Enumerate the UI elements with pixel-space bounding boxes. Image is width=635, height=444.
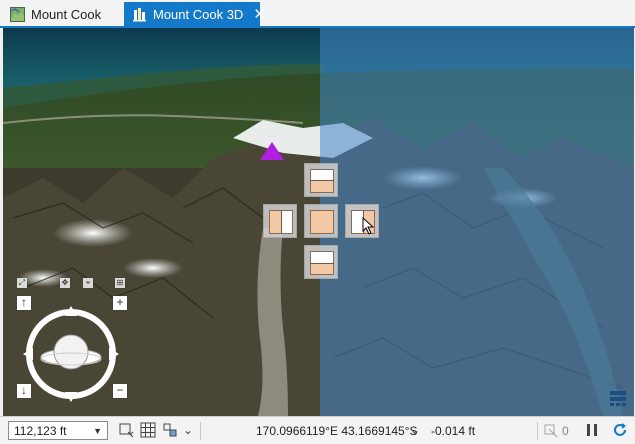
refresh-icon[interactable] bbox=[612, 422, 628, 438]
swipe-top-button[interactable] bbox=[304, 163, 338, 197]
close-tab-icon[interactable]: ✕ bbox=[253, 7, 266, 22]
cursor-pointer-icon bbox=[362, 217, 375, 235]
tab-label: Mount Cook 3D bbox=[153, 6, 244, 22]
view-tab-bar: Mount Cook Mount Cook 3D ✕ bbox=[0, 0, 635, 28]
scene-navigator: ⤢ ✥ ⌖ ⊞ ↑ + ↓ − bbox=[11, 274, 131, 406]
swipe-left-button[interactable] bbox=[263, 204, 297, 238]
constraints-icon[interactable] bbox=[162, 422, 178, 438]
map-icon bbox=[10, 6, 25, 22]
swipe-bottom-button[interactable] bbox=[304, 245, 338, 279]
pause-icon[interactable] bbox=[584, 422, 600, 438]
pan-icon[interactable]: ⊞ bbox=[115, 278, 125, 288]
pyramid-marker-icon[interactable] bbox=[259, 141, 285, 161]
chevron-down-icon: ▼ bbox=[93, 425, 102, 436]
swipe-center-button[interactable] bbox=[304, 204, 338, 238]
scale-value: 112,123 ft bbox=[14, 423, 67, 438]
tab-mount-cook[interactable]: Mount Cook bbox=[2, 2, 122, 26]
status-bar: 112,123 ft ▼ ⌄ 170.0966119°E 43.1669145°… bbox=[0, 416, 635, 444]
coordinates-readout: 170.0966119°E 43.1669145°S bbox=[256, 424, 418, 438]
grid-icon[interactable] bbox=[140, 422, 156, 438]
swipe-right-button[interactable] bbox=[345, 204, 379, 238]
tab-mount-cook-3d[interactable]: Mount Cook 3D ✕ bbox=[124, 2, 266, 26]
full-control-icon[interactable]: ⤢ bbox=[17, 278, 27, 288]
feature-count: 0 bbox=[562, 424, 569, 438]
swipe-direction-widget bbox=[261, 161, 381, 283]
elevation-readout: -0.014 ft bbox=[431, 424, 476, 438]
chevron-down-icon[interactable]: ⌄ bbox=[183, 423, 193, 437]
heading-icon[interactable]: ⌖ bbox=[83, 278, 93, 288]
chevron-down-icon[interactable]: ⌄ bbox=[410, 423, 420, 437]
scene-view[interactable]: ⤢ ✥ ⌖ ⊞ ↑ + ↓ − bbox=[3, 28, 634, 416]
selected-features-icon[interactable] bbox=[543, 422, 559, 438]
scene-icon bbox=[133, 7, 146, 21]
layers-toggle-icon[interactable] bbox=[608, 388, 628, 408]
move-icon[interactable]: ✥ bbox=[60, 278, 70, 288]
snapping-icon[interactable] bbox=[118, 422, 134, 438]
navigation-ring-icon[interactable] bbox=[21, 304, 121, 404]
scale-dropdown[interactable]: 112,123 ft ▼ bbox=[8, 421, 108, 440]
tab-label: Mount Cook bbox=[31, 6, 102, 22]
